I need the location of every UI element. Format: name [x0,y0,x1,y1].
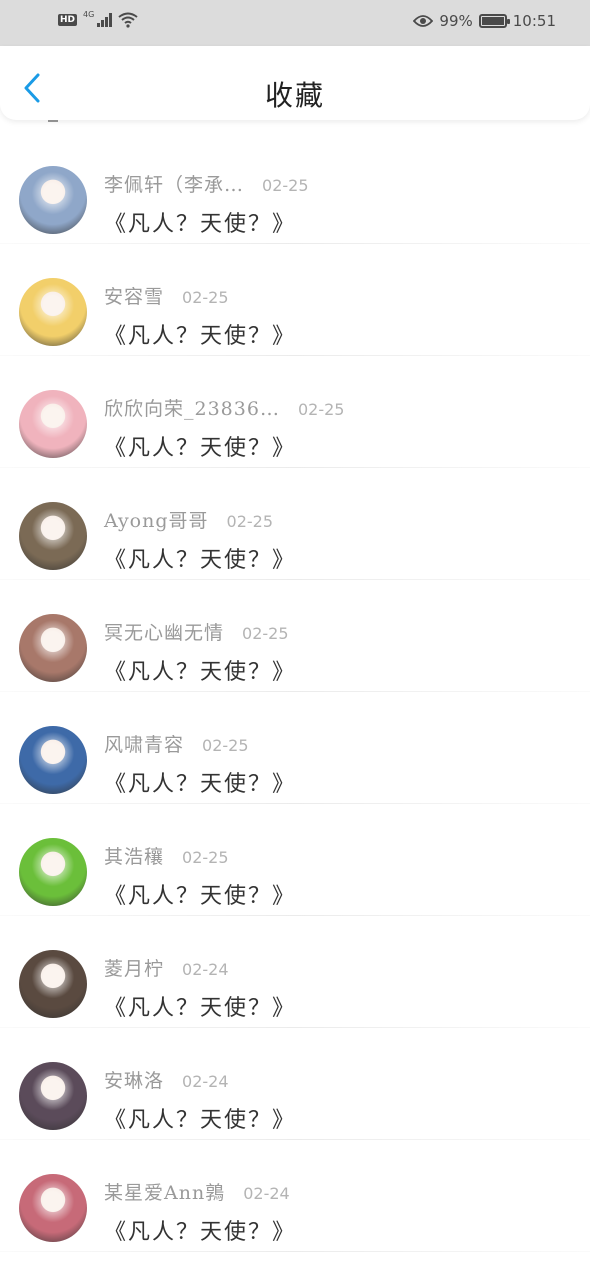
favorites-list[interactable]: 李佩轩（李承… 02-25 《凡人？天使？》 安容雪 02-25 《凡人？天使？… [0,132,590,1252]
list-item[interactable]: 安琳洛 02-24 《凡人？天使？》 [0,1028,590,1140]
list-item[interactable]: 风啸青容 02-25 《凡人？天使？》 [0,692,590,804]
item-title[interactable]: 《凡人？天使？》 [104,542,296,574]
item-meta: 安琳洛 02-24 [104,1066,229,1093]
item-meta: 某星爱Ann鶉 02-24 [104,1178,290,1205]
avatar[interactable] [19,1174,87,1242]
item-date: 02-24 [182,1072,229,1091]
list-item[interactable]: 欣欣向荣_23836… 02-25 《凡人？天使？》 [0,356,590,468]
item-title[interactable]: 《凡人？天使？》 [104,766,296,798]
author-name[interactable]: 菱月柠 [104,954,164,981]
author-name[interactable]: 冥无心幽无情 [104,618,224,645]
author-name[interactable]: 欣欣向荣_23836… [104,394,280,421]
item-title[interactable]: 《凡人？天使？》 [104,878,296,910]
author-name[interactable]: 安琳洛 [104,1066,164,1093]
item-title[interactable]: 《凡人？天使？》 [104,654,296,686]
item-date: 02-24 [182,960,229,979]
author-name[interactable]: Ayong哥哥 [104,506,209,533]
item-title[interactable]: 《凡人？天使？》 [104,1102,296,1134]
author-name[interactable]: 安容雪 [104,282,164,309]
item-date: 02-25 [262,176,309,195]
battery-icon [478,14,510,28]
list-item[interactable]: 某星爱Ann鶉 02-24 《凡人？天使？》 [0,1140,590,1252]
list-item[interactable]: Ayong哥哥 02-25 《凡人？天使？》 [0,468,590,580]
avatar[interactable] [19,502,87,570]
item-meta: 其浩穰 02-25 [104,842,229,869]
wifi-icon [118,12,138,28]
item-meta: 安容雪 02-25 [104,282,229,309]
item-meta: 菱月柠 02-24 [104,954,229,981]
network-type: 4G [83,9,95,19]
battery-percent: 99% [439,12,473,30]
avatar[interactable] [19,726,87,794]
avatar[interactable] [19,1062,87,1130]
avatar[interactable] [19,838,87,906]
item-meta: 风啸青容 02-25 [104,730,249,757]
list-item[interactable]: 其浩穰 02-25 《凡人？天使？》 [0,804,590,916]
eye-comfort-icon [413,14,434,28]
item-title[interactable]: 《凡人？天使？》 [104,430,296,462]
item-date: 02-25 [297,400,345,419]
author-name[interactable]: 风啸青容 [104,730,184,757]
avatar[interactable] [19,614,87,682]
item-meta: 欣欣向荣_23836… 02-25 [104,394,344,421]
avatar[interactable] [19,950,87,1018]
nav-header: 收藏 [0,46,590,120]
clock: 10:51 [512,12,556,30]
item-title[interactable]: 《凡人？天使？》 [104,990,296,1022]
signal-icon [97,13,113,27]
list-item[interactable]: 菱月柠 02-24 《凡人？天使？》 [0,916,590,1028]
status-right: 99% 10:51 [413,12,556,30]
item-meta: 冥无心幽无情 02-25 [104,618,289,645]
avatar[interactable] [19,278,87,346]
author-name[interactable]: 李佩轩（李承… [104,170,244,197]
list-item[interactable]: 冥无心幽无情 02-25 《凡人？天使？》 [0,580,590,692]
item-title[interactable]: 《凡人？天使？》 [104,206,296,238]
battery-fill [481,17,504,25]
status-left: HD 4G [58,9,138,28]
hd-badge: HD [58,14,78,26]
item-date: 02-25 [242,624,289,643]
item-date: 02-25 [202,736,249,755]
status-bar: HD 4G 99% 10:51 [0,0,590,46]
item-meta: Ayong哥哥 02-25 [104,506,273,533]
item-date: 02-25 [182,848,229,867]
list-item[interactable]: 李佩轩（李承… 02-25 《凡人？天使？》 [0,132,590,244]
page-title: 收藏 [264,79,325,112]
item-title[interactable]: 《凡人？天使？》 [104,1214,296,1246]
item-title[interactable]: 《凡人？天使？》 [104,318,296,350]
item-meta: 李佩轩（李承… 02-25 [104,170,309,197]
list-item[interactable]: 安容雪 02-25 《凡人？天使？》 [0,244,590,356]
avatar[interactable] [19,166,87,234]
item-date: 02-25 [182,288,229,307]
author-name[interactable]: 某星爱Ann鶉 [104,1178,225,1205]
avatar[interactable] [19,390,87,458]
item-date: 02-25 [226,512,274,531]
item-date: 02-24 [243,1184,290,1203]
author-name[interactable]: 其浩穰 [104,842,164,869]
